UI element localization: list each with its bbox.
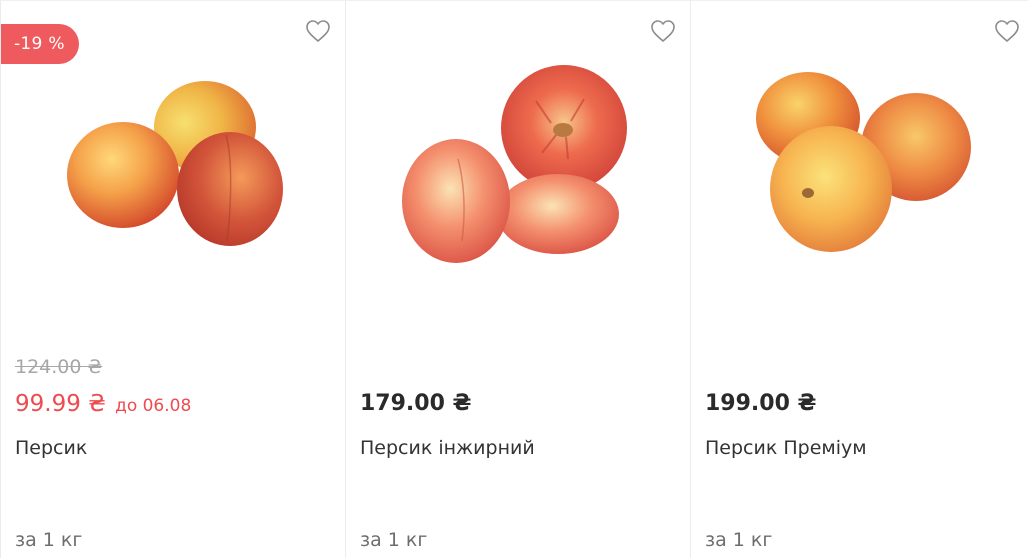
product-price: 199.00 ₴ [705, 391, 817, 416]
old-price: 124.00 ₴ [15, 356, 103, 378]
product-name[interactable]: Персик [15, 437, 87, 459]
product-image[interactable] [691, 51, 1028, 281]
product-image[interactable] [346, 51, 690, 281]
product-grid: -19 % 124.00 ₴ 99.99 ₴ до 06.08 Персик з… [0, 0, 1028, 558]
product-unit: за 1 кг [705, 529, 773, 551]
product-name[interactable]: Персик інжирний [360, 437, 535, 459]
product-unit: за 1 кг [15, 529, 83, 551]
product-unit: за 1 кг [360, 529, 428, 551]
product-card[interactable]: 179.00 ₴ Персик інжирний за 1 кг [346, 0, 691, 558]
heart-outline-icon[interactable] [650, 19, 676, 43]
heart-outline-icon[interactable] [994, 19, 1020, 43]
product-price: 179.00 ₴ [360, 391, 472, 416]
sale-price: 99.99 ₴ [15, 391, 106, 417]
price-valid-until: до 06.08 [115, 396, 192, 416]
product-name[interactable]: Персик Преміум [705, 437, 867, 459]
price-row: 199.00 ₴ [705, 391, 816, 416]
product-card[interactable]: 199.00 ₴ Персик Преміум за 1 кг [691, 0, 1028, 558]
price-row: 99.99 ₴ до 06.08 [15, 391, 191, 417]
product-card[interactable]: -19 % 124.00 ₴ 99.99 ₴ до 06.08 Персик з… [0, 0, 346, 558]
heart-outline-icon[interactable] [305, 19, 331, 43]
product-image[interactable] [1, 51, 345, 281]
price-row: 179.00 ₴ [360, 391, 471, 416]
